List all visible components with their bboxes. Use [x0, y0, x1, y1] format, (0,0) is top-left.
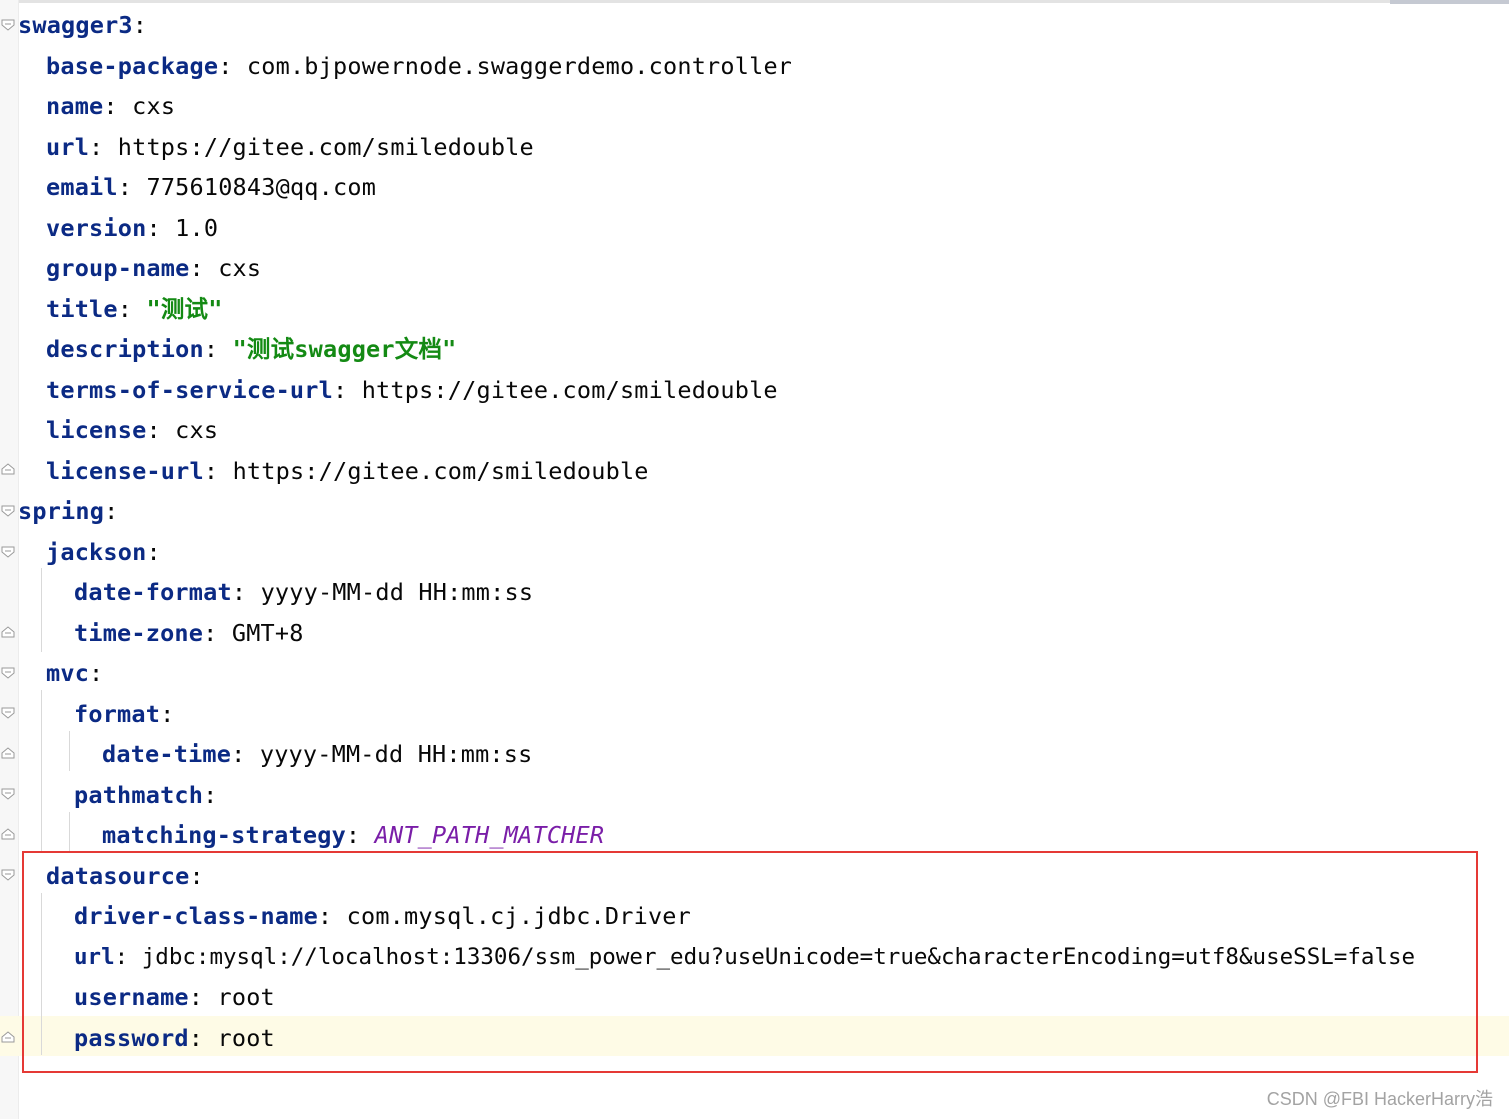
code-line[interactable]: spring:	[18, 491, 118, 531]
editor-gutter[interactable]	[0, 0, 19, 1119]
code-line[interactable]: license: cxs	[46, 410, 218, 450]
fold-open-icon[interactable]	[1, 868, 15, 882]
editor-top-border	[0, 0, 1509, 3]
code-line[interactable]: email: 775610843@qq.com	[46, 167, 376, 207]
code-line[interactable]: version: 1.0	[46, 208, 218, 248]
code-line[interactable]: date-time: yyyy-MM-dd HH:mm:ss	[102, 734, 532, 774]
indent-guide	[41, 690, 42, 852]
fold-close-icon[interactable]	[1, 462, 15, 476]
datasource-highlight-box	[22, 851, 1478, 1073]
indent-guide	[41, 568, 42, 652]
fold-close-icon[interactable]	[1, 625, 15, 639]
fold-close-icon[interactable]	[1, 827, 15, 841]
code-line[interactable]: time-zone: GMT+8	[74, 613, 304, 653]
code-line[interactable]: jackson:	[46, 532, 161, 572]
indent-guide	[69, 731, 70, 771]
code-line[interactable]: group-name: cxs	[46, 248, 261, 288]
scrollbar-thumb[interactable]	[1390, 0, 1509, 4]
fold-open-icon[interactable]	[1, 545, 15, 559]
code-line[interactable]: date-format: yyyy-MM-dd HH:mm:ss	[74, 572, 533, 612]
code-line[interactable]: description: "测试swagger文档"	[46, 329, 457, 369]
fold-open-icon[interactable]	[1, 504, 15, 518]
code-line[interactable]: url: https://gitee.com/smiledouble	[46, 127, 534, 167]
indent-guide	[69, 812, 70, 852]
code-line[interactable]: mvc:	[46, 653, 103, 693]
fold-close-icon[interactable]	[1, 746, 15, 760]
code-line[interactable]: license-url: https://gitee.com/smiledoub…	[46, 451, 649, 491]
code-line[interactable]: swagger3:	[18, 5, 147, 45]
fold-open-icon[interactable]	[1, 666, 15, 680]
code-line[interactable]: terms-of-service-url: https://gitee.com/…	[46, 370, 778, 410]
watermark: CSDN @FBI HackerHarry浩	[1266, 1089, 1493, 1109]
code-line[interactable]: matching-strategy: ANT_PATH_MATCHER	[102, 815, 604, 855]
code-line[interactable]: base-package: com.bjpowernode.swaggerdem…	[46, 46, 792, 86]
fold-open-icon[interactable]	[1, 706, 15, 720]
code-line[interactable]: name: cxs	[46, 86, 175, 126]
code-line[interactable]: format:	[74, 694, 174, 734]
code-line[interactable]: title: "测试"	[46, 289, 223, 329]
code-line[interactable]: pathmatch:	[74, 775, 218, 815]
fold-open-icon[interactable]	[1, 787, 15, 801]
fold-open-icon[interactable]	[1, 18, 15, 32]
fold-close-icon[interactable]	[1, 1030, 15, 1044]
